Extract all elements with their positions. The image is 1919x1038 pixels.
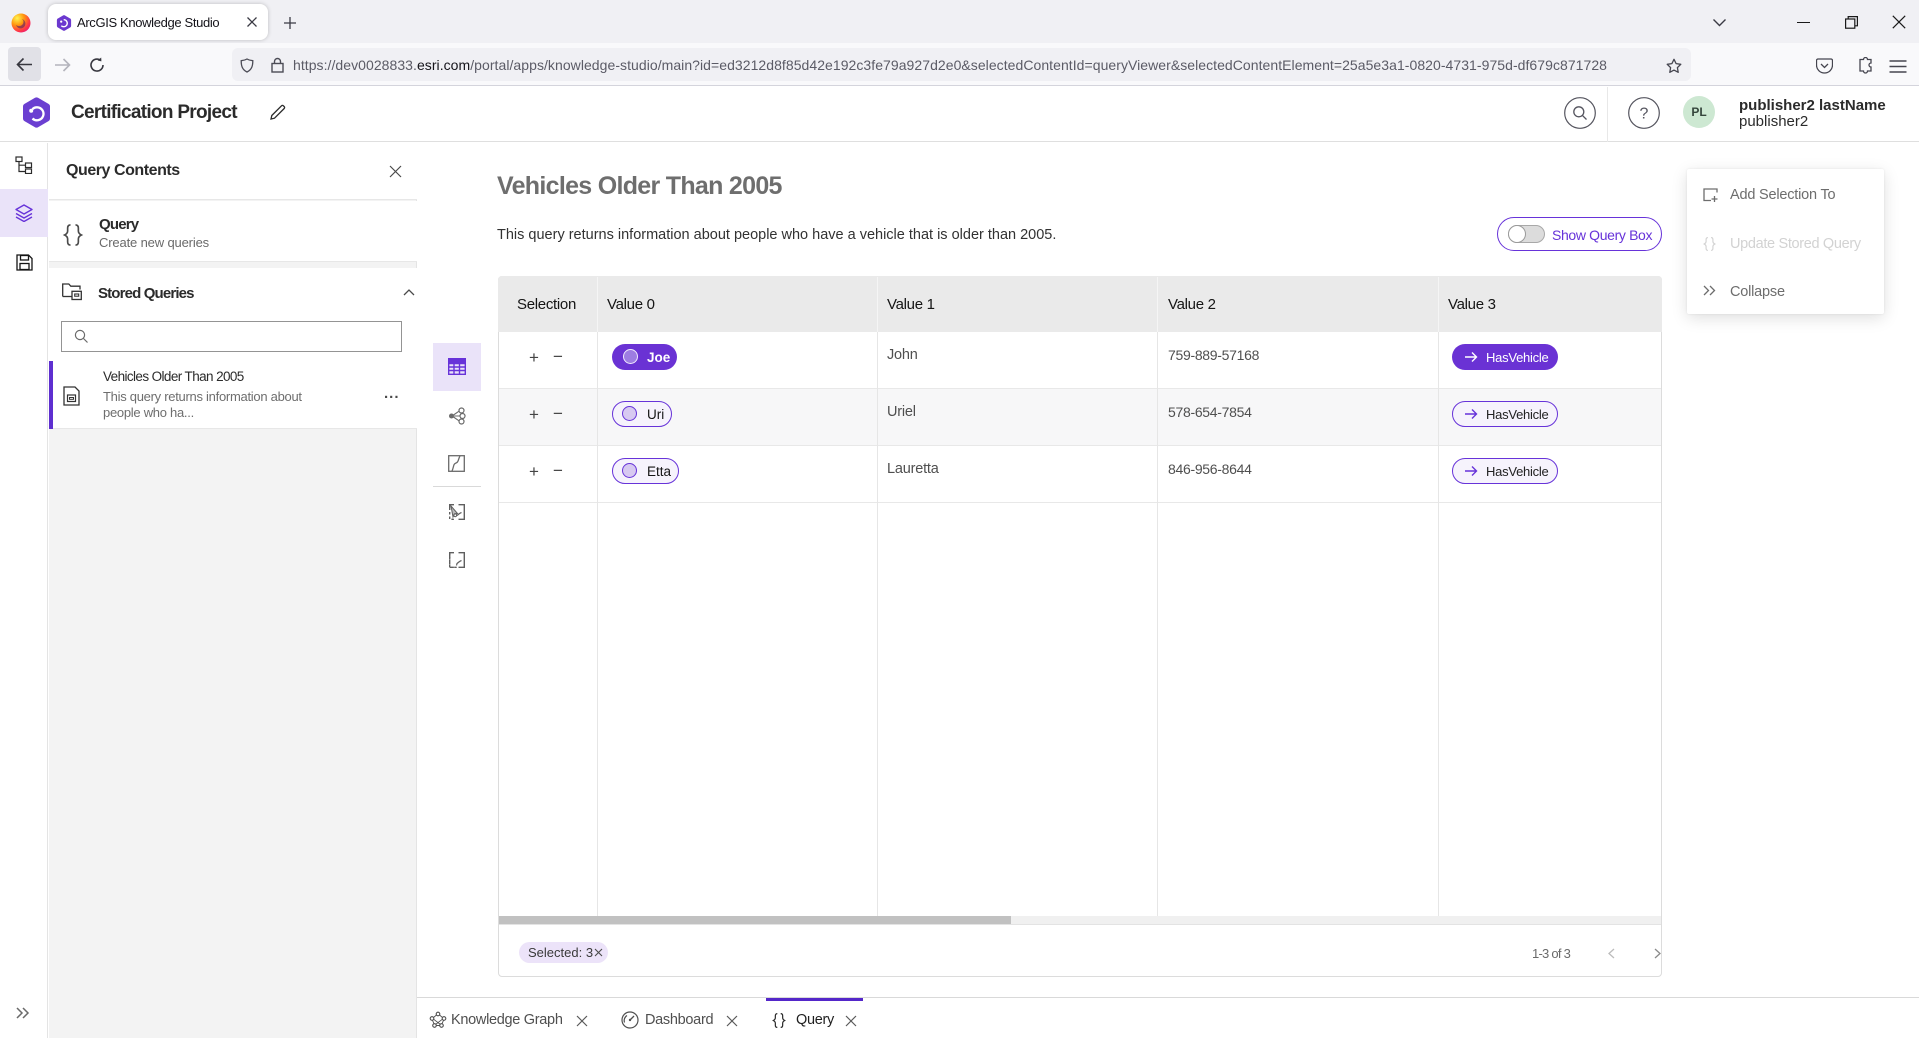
- svg-text:?: ?: [1640, 106, 1649, 123]
